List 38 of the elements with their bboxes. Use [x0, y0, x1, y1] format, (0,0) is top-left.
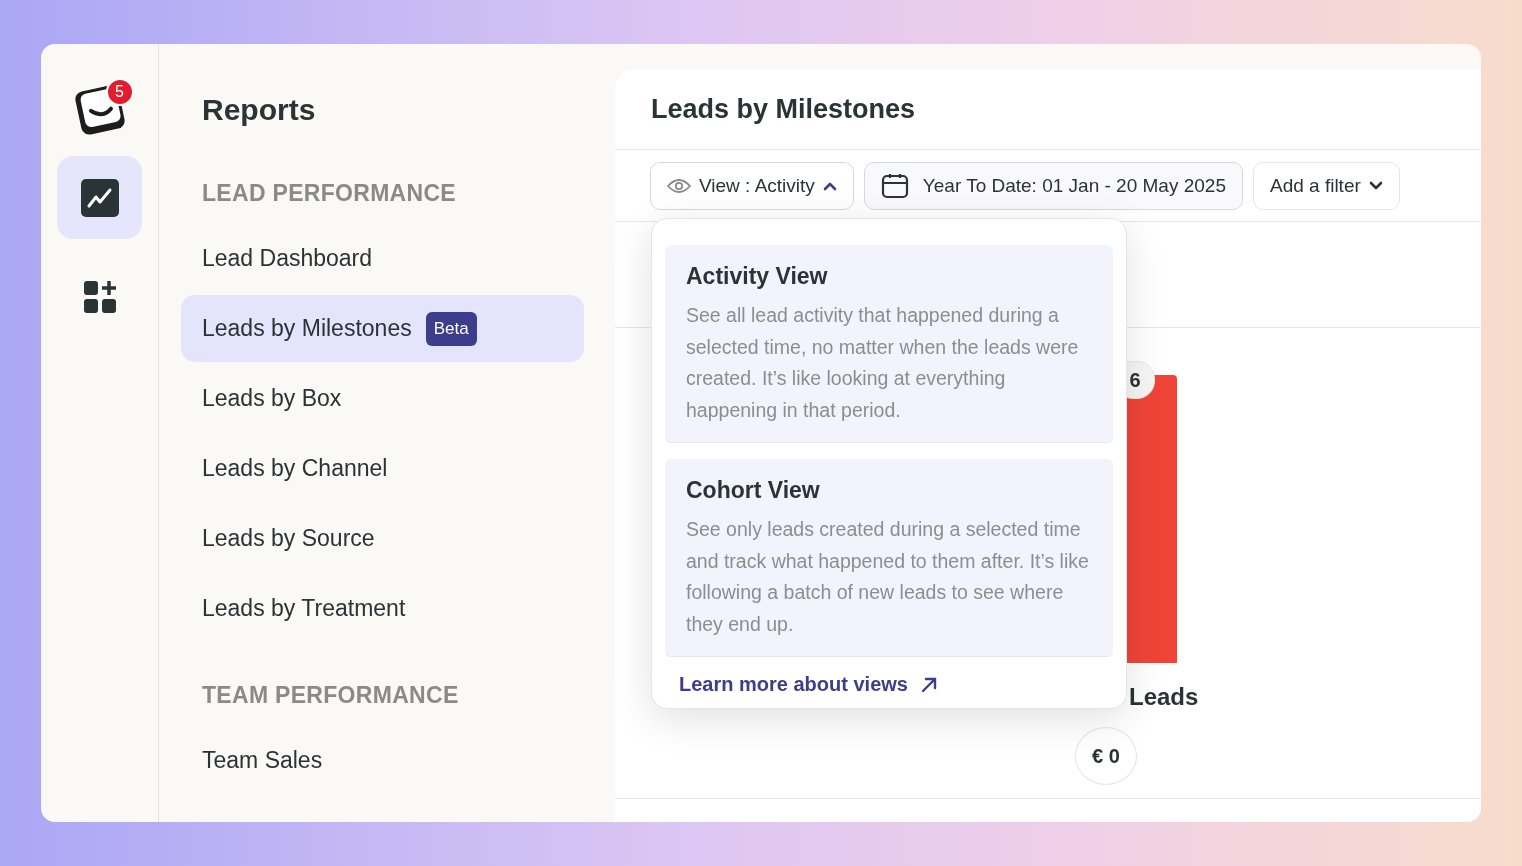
view-option-title: Activity View — [686, 263, 829, 290]
view-option[interactable]: Cohort View See only leads created during a selected time and track what happened to them after. It’s like following a batch of new leads to see where they end up. — [665, 459, 1113, 657]
add-filter-button[interactable]: Add a filter — [1252, 161, 1400, 210]
chevron-down-icon — [1368, 180, 1383, 191]
nav-item-label[interactable]: Leads by Box — [202, 385, 342, 412]
section-heading: LEAD PERFORMANCE — [202, 180, 457, 207]
apps-add-icon — [82, 279, 117, 314]
bar-category-label: Leads — [1129, 683, 1199, 711]
nav-item-label[interactable]: Leads by Treatment — [202, 595, 406, 622]
date-range-button[interactable]: Year To Date: 01 Jan - 20 May 2025 — [863, 161, 1243, 210]
nav-item-label[interactable]: Leads by Milestones — [202, 315, 412, 342]
view-option-description: See only leads created during a selected time and track what happened to them after. It’s like following a batch of new leads to see where they end up. — [686, 517, 1090, 637]
nav-item-label[interactable]: Leads by Source — [202, 525, 375, 552]
page-title: Reports — [202, 92, 317, 128]
view-option[interactable]: Activity View See all lead activity that happened during a selected time, no matter when the leads were created. It’s like looking at everything happening in that period. — [665, 245, 1113, 443]
arrow-up-right-icon — [919, 675, 938, 694]
nav-item[interactable]: Leads by Source — [181, 505, 584, 572]
report-title: Leads by Milestones — [615, 70, 1481, 150]
reports-nav-button[interactable] — [57, 156, 142, 239]
section-heading: TEAM PERFORMANCE — [202, 682, 460, 709]
nav-item[interactable]: Leads by Treatment — [181, 575, 584, 642]
nav-item[interactable]: Team Sales — [181, 727, 584, 794]
nav-item-label[interactable]: Leads by Channel — [202, 455, 388, 482]
notification-badge: 5 — [105, 78, 134, 106]
learn-more-link[interactable]: Learn more about views — [679, 673, 938, 696]
view-option-description: See all lead activity that happened during a selected time, no matter when the leads were created. It’s like looking at everything happening in that period. — [686, 303, 1080, 423]
calendar-icon — [880, 172, 909, 199]
nav-item[interactable]: Lead Dashboard — [181, 225, 584, 292]
view-option-title: Cohort View — [686, 477, 821, 504]
nav-item-label[interactable]: Lead Dashboard — [202, 245, 373, 272]
nav-item[interactable]: Leads by Box — [181, 365, 584, 432]
eye-icon — [667, 177, 691, 194]
nav-item[interactable]: Leads by Channel — [181, 435, 584, 502]
nav-item-label[interactable]: Team Sales — [202, 747, 323, 774]
view-dropdown[interactable]: View : Activity — [650, 161, 854, 210]
nav-item[interactable]: Leads by Milestones Beta — [181, 295, 584, 362]
beta-badge: Beta — [425, 311, 477, 346]
chevron-up-icon — [822, 180, 837, 191]
